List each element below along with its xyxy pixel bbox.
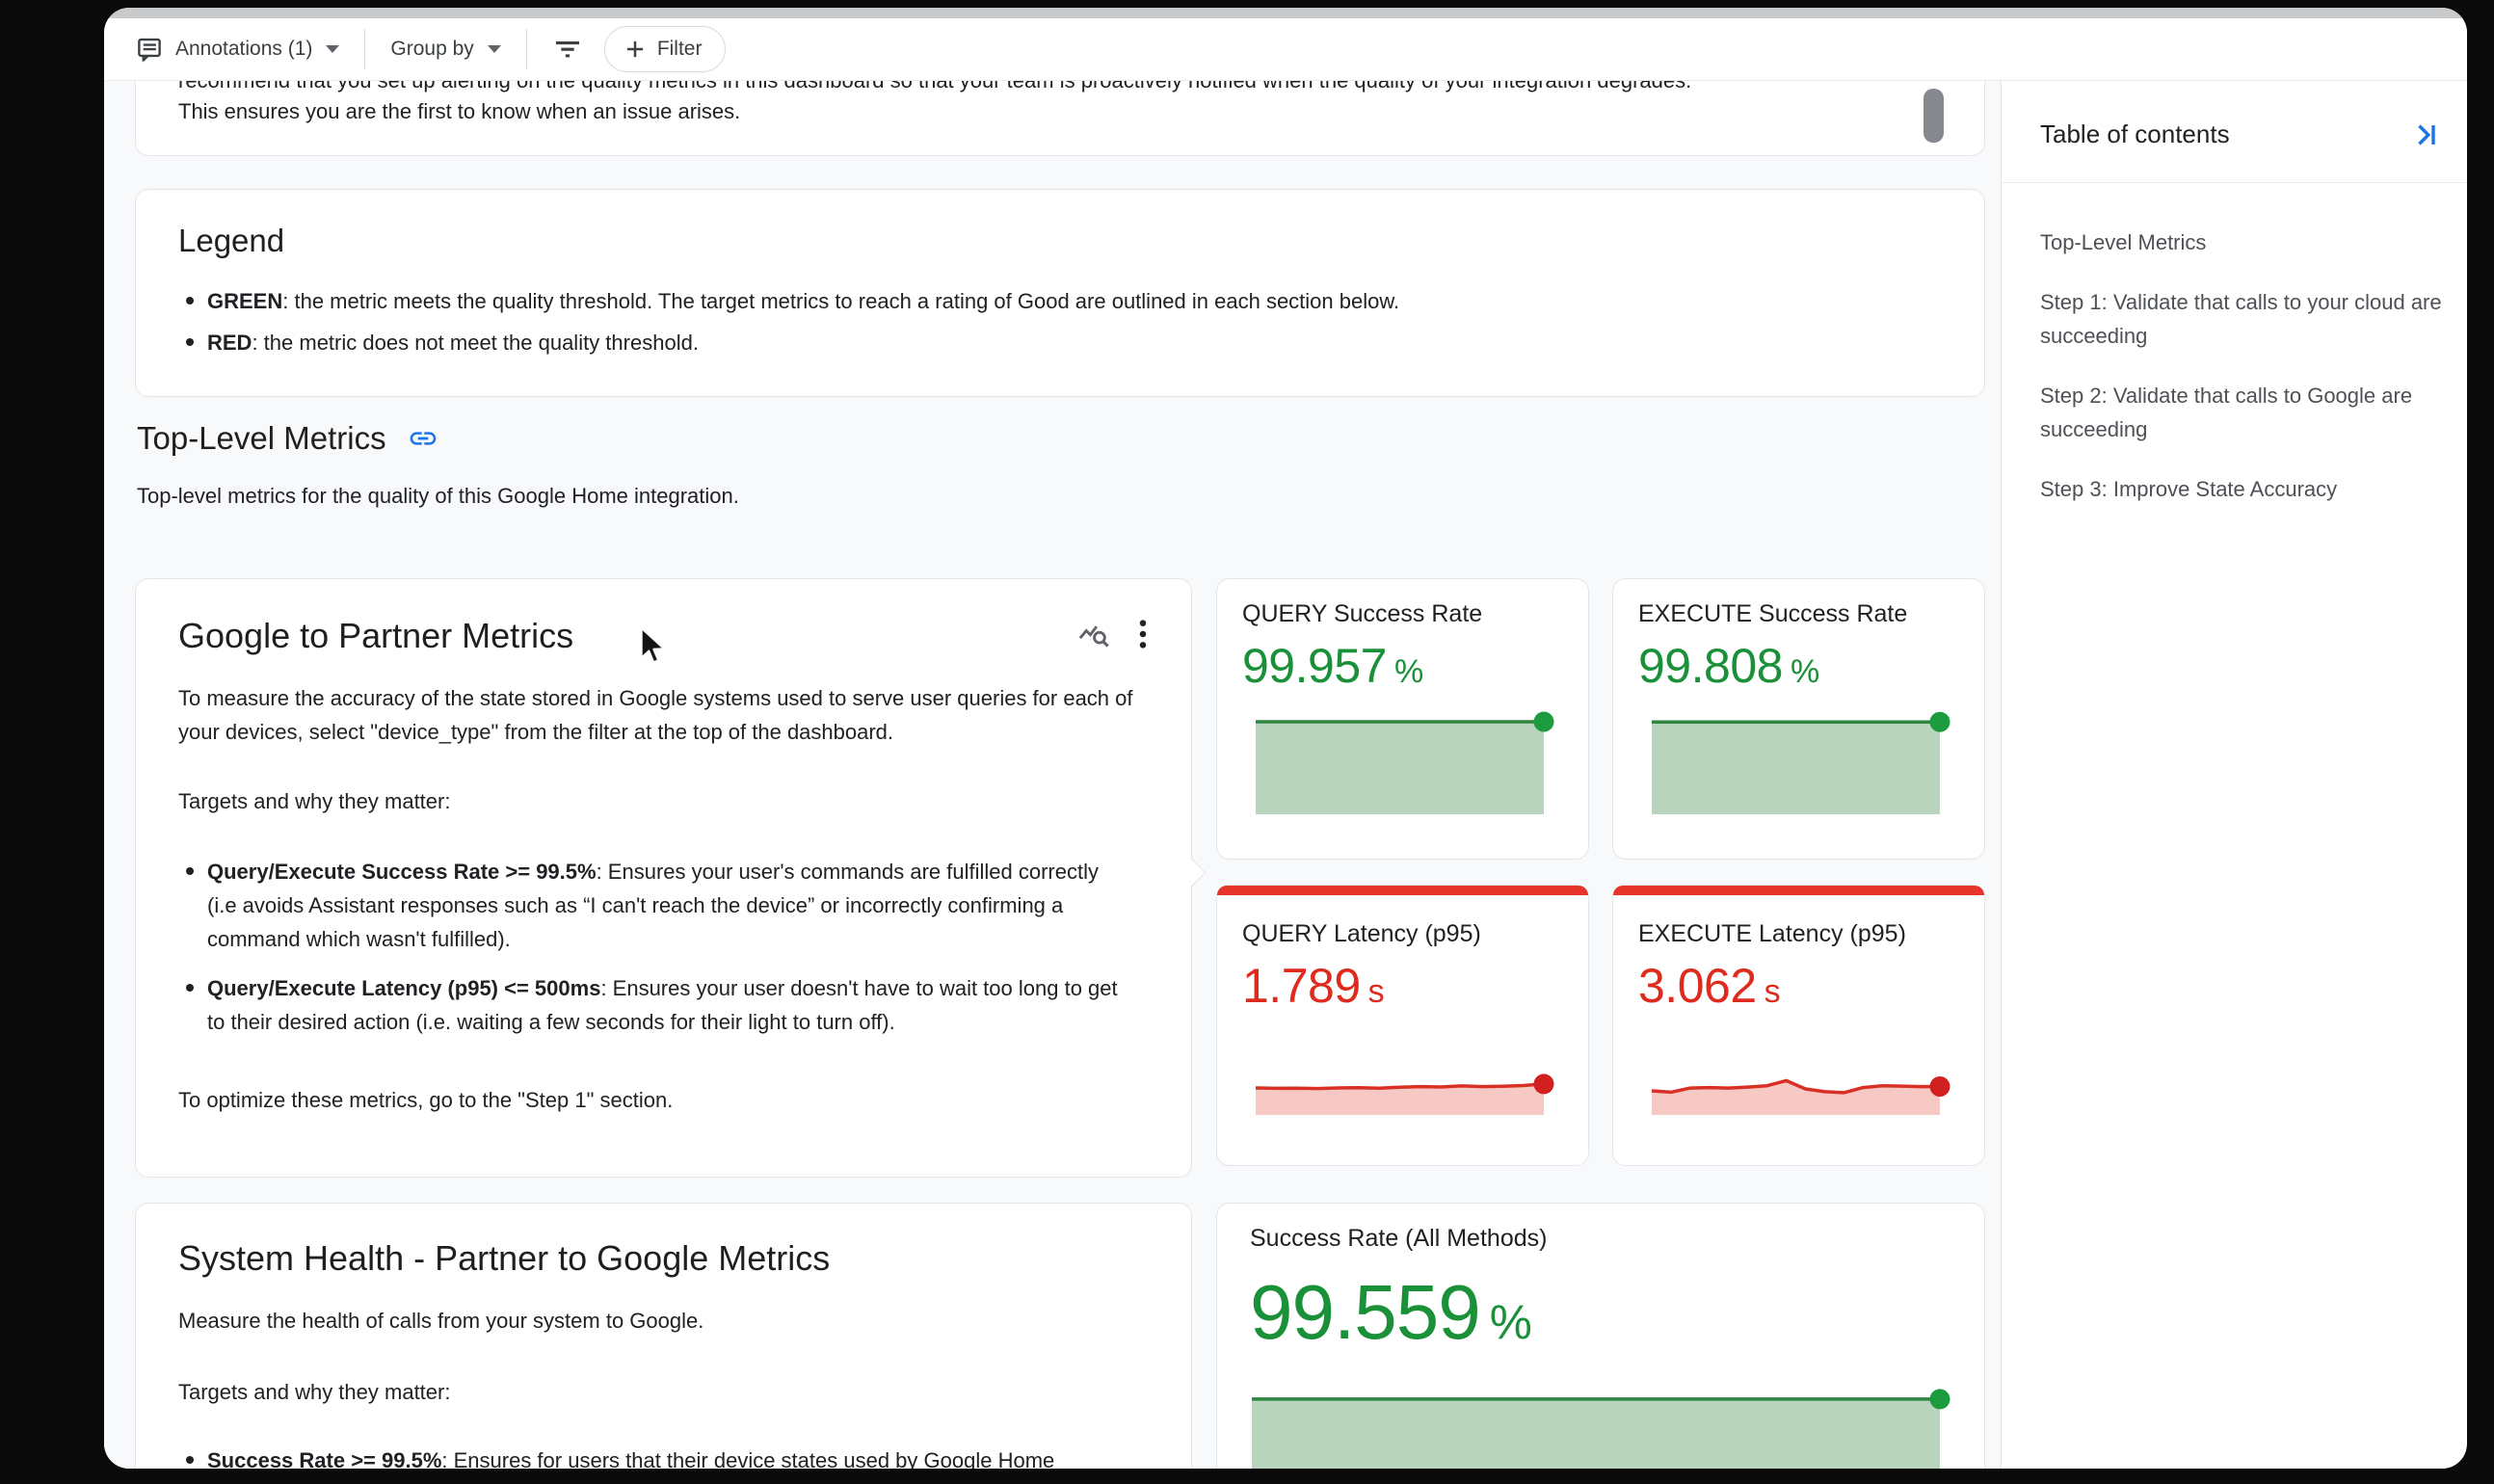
target-bullet: Success Rate >= 99.5%: Ensures for users… <box>178 1444 1089 1469</box>
metric-value: 99.957% <box>1242 638 1563 694</box>
system-health-card: System Health - Partner to Google Metric… <box>135 1203 1192 1469</box>
chevron-down-icon <box>488 45 501 53</box>
plus-icon <box>623 37 648 62</box>
annotation-icon <box>135 35 164 64</box>
window-top-edge <box>104 8 2467 18</box>
threshold-alert-bar <box>1217 886 1588 895</box>
filter-list-icon[interactable] <box>552 34 583 65</box>
group-by-label: Group by <box>390 38 473 61</box>
card-footer: To optimize these metrics, go to the "St… <box>178 1083 1142 1117</box>
targets-label: Targets and why they matter: <box>178 789 1149 814</box>
card-title: Google to Partner Metrics <box>178 614 573 658</box>
legend-bullet-red: RED: the metric does not meet the qualit… <box>178 326 1942 359</box>
metric-label: EXECUTE Latency (p95) <box>1638 920 1959 948</box>
bullet-dot <box>186 297 194 305</box>
metric-label: EXECUTE Success Rate <box>1638 600 1959 628</box>
query-success-rate-card: QUERY Success Rate 99.957% <box>1216 578 1589 860</box>
toc-title: Table of contents <box>2040 119 2230 149</box>
add-filter-button[interactable]: Filter <box>604 26 727 72</box>
metric-label: QUERY Success Rate <box>1242 600 1563 628</box>
clipped-text-line: recommend that you set up alerting on th… <box>178 81 1942 95</box>
legend-title: Legend <box>178 223 1942 259</box>
section-subtitle: Top-level metrics for the quality of thi… <box>137 484 739 509</box>
intro-text: This ensures you are the first to know w… <box>178 99 1942 124</box>
bullet-dot <box>186 338 194 346</box>
dashboard-window: Annotations (1) Group by Filter <box>104 8 2467 1469</box>
dashboard-toolbar: Annotations (1) Group by Filter <box>104 18 2467 81</box>
annotations-button[interactable]: Annotations (1) <box>135 35 339 64</box>
toc-item-top-level-metrics[interactable]: Top-Level Metrics <box>2040 225 2443 259</box>
execute-success-rate-card: EXECUTE Success Rate 99.808% <box>1612 578 1985 860</box>
scrollbar-thumb[interactable] <box>1924 89 1944 143</box>
filter-button-label: Filter <box>657 38 703 61</box>
metric-value: 1.789s <box>1242 958 1563 1014</box>
sparkline-chart <box>1652 722 1940 814</box>
metric-value: 3.062s <box>1638 958 1959 1014</box>
link-icon[interactable] <box>408 423 438 454</box>
target-bullet: Query/Execute Latency (p95) <= 500ms: En… <box>178 971 1128 1039</box>
dashboard-content: recommend that you set up alerting on th… <box>104 81 2001 1469</box>
bullet-dot <box>186 984 194 992</box>
metric-value: 99.559% <box>1250 1268 1951 1357</box>
collapse-panel-icon[interactable] <box>2412 120 2441 149</box>
sparkline-chart <box>1256 1065 1544 1115</box>
metric-value: 99.808% <box>1638 638 1959 694</box>
legend-bullet-green: GREEN: the metric meets the quality thre… <box>178 284 1942 318</box>
chevron-down-icon <box>326 45 339 53</box>
google-to-partner-card: Google to Partner Metrics <box>135 578 1192 1178</box>
sparkline-chart <box>1256 722 1544 814</box>
card-paragraph: To measure the accuracy of the state sto… <box>178 681 1142 749</box>
bullet-dot <box>186 1456 194 1464</box>
toolbar-divider <box>526 29 527 69</box>
card-title: System Health - Partner to Google Metric… <box>178 1236 1149 1281</box>
threshold-alert-bar <box>1613 886 1984 895</box>
card-paragraph: Measure the health of calls from your sy… <box>178 1304 1142 1338</box>
bullet-dot <box>186 867 194 875</box>
execute-latency-card: EXECUTE Latency (p95) 3.062s <box>1612 885 1985 1166</box>
sparkline-chart <box>1252 1398 1940 1469</box>
annotations-label: Annotations (1) <box>175 38 312 61</box>
card-pointer <box>1178 859 1207 888</box>
toc-item-step-3[interactable]: Step 3: Improve State Accuracy <box>2040 472 2443 506</box>
toc-item-step-1[interactable]: Step 1: Validate that calls to your clou… <box>2040 285 2443 353</box>
table-of-contents-panel: Table of contents Top-Level Metrics Step… <box>2001 81 2466 1469</box>
intro-text-card: recommend that you set up alerting on th… <box>135 81 1985 156</box>
metric-label: Success Rate (All Methods) <box>1250 1225 1951 1253</box>
explore-chart-icon[interactable] <box>1077 618 1110 650</box>
legend-card: Legend GREEN: the metric meets the quali… <box>135 189 1985 397</box>
group-by-button[interactable]: Group by <box>390 38 500 61</box>
toc-item-step-2[interactable]: Step 2: Validate that calls to Google ar… <box>2040 379 2443 446</box>
section-title: Top-Level Metrics <box>137 420 386 457</box>
metric-label: QUERY Latency (p95) <box>1242 920 1563 948</box>
targets-label: Targets and why they matter: <box>178 1380 1149 1405</box>
toolbar-divider <box>364 29 365 69</box>
sparkline-chart <box>1652 1065 1940 1115</box>
query-latency-card: QUERY Latency (p95) 1.789s <box>1216 885 1589 1166</box>
more-options-icon[interactable] <box>1137 618 1149 650</box>
success-rate-all-methods-card: Success Rate (All Methods) 99.559% <box>1216 1203 1985 1469</box>
target-bullet: Query/Execute Success Rate >= 99.5%: Ens… <box>178 855 1128 956</box>
